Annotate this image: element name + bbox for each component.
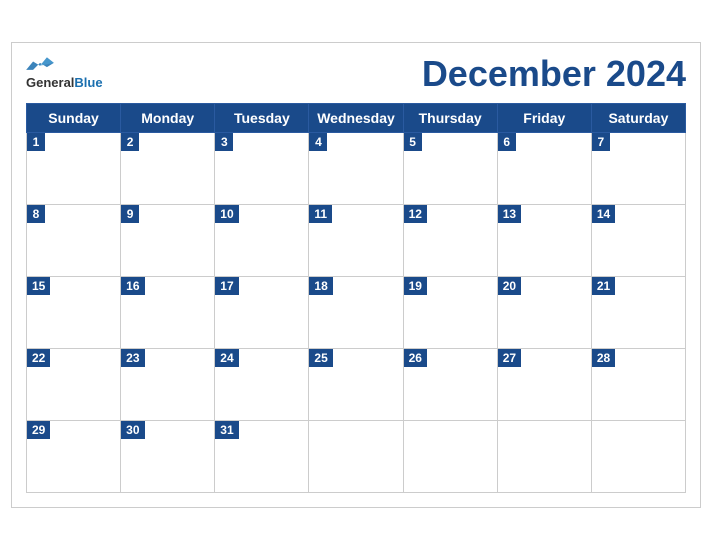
day-cell: 17 [215,277,309,349]
day-number: 10 [215,205,238,223]
week-row-1: 1 2 3 4 5 6 7 [27,133,686,205]
day-cell: 26 [403,349,497,421]
day-cell: 22 [27,349,121,421]
day-number: 3 [215,133,233,151]
day-number: 31 [215,421,238,439]
day-cell: 24 [215,349,309,421]
day-cell: 12 [403,205,497,277]
day-number: 2 [121,133,139,151]
day-number: 4 [309,133,327,151]
day-number: 16 [121,277,144,295]
header-wednesday: Wednesday [309,104,403,133]
day-cell: 7 [591,133,685,205]
day-cell: 11 [309,205,403,277]
week-row-5: 29 30 31 [27,421,686,493]
day-number: 7 [592,133,610,151]
day-number: 29 [27,421,50,439]
header-friday: Friday [497,104,591,133]
logo-text: GeneralBlue [26,74,103,92]
day-cell: 25 [309,349,403,421]
calendar-header: GeneralBlue December 2024 [26,53,686,95]
logo-icon [26,56,54,74]
header-tuesday: Tuesday [215,104,309,133]
day-number: 30 [121,421,144,439]
day-number: 5 [404,133,422,151]
day-number: 18 [309,277,332,295]
day-cell: 23 [121,349,215,421]
day-number: 13 [498,205,521,223]
day-number: 6 [498,133,516,151]
day-cell: 4 [309,133,403,205]
day-cell: 6 [497,133,591,205]
day-cell: 30 [121,421,215,493]
day-number: 15 [27,277,50,295]
day-cell: 28 [591,349,685,421]
day-number: 28 [592,349,615,367]
day-number: 27 [498,349,521,367]
day-number: 8 [27,205,45,223]
day-cell [497,421,591,493]
days-header-row: Sunday Monday Tuesday Wednesday Thursday… [27,104,686,133]
day-cell: 5 [403,133,497,205]
day-number: 20 [498,277,521,295]
day-number: 1 [27,133,45,151]
day-cell: 8 [27,205,121,277]
week-row-4: 22 23 24 25 26 27 28 [27,349,686,421]
day-number: 24 [215,349,238,367]
day-number: 19 [404,277,427,295]
day-cell: 31 [215,421,309,493]
day-cell [309,421,403,493]
day-cell [403,421,497,493]
day-number: 25 [309,349,332,367]
month-title: December 2024 [422,53,686,95]
day-cell: 1 [27,133,121,205]
day-cell: 20 [497,277,591,349]
day-cell [591,421,685,493]
header-saturday: Saturday [591,104,685,133]
day-number: 14 [592,205,615,223]
header-thursday: Thursday [403,104,497,133]
day-cell: 15 [27,277,121,349]
day-cell: 14 [591,205,685,277]
day-cell: 2 [121,133,215,205]
header-monday: Monday [121,104,215,133]
day-number: 11 [309,205,332,223]
day-number: 26 [404,349,427,367]
day-cell: 9 [121,205,215,277]
day-cell: 29 [27,421,121,493]
week-row-2: 8 9 10 11 12 13 14 [27,205,686,277]
calendar-body: 1234567891011121314151617181920212223242… [27,133,686,493]
calendar-table: Sunday Monday Tuesday Wednesday Thursday… [26,103,686,493]
calendar-container: GeneralBlue December 2024 Sunday Monday … [11,42,701,508]
day-number: 22 [27,349,50,367]
day-cell: 3 [215,133,309,205]
day-cell: 18 [309,277,403,349]
day-cell: 16 [121,277,215,349]
day-cell: 13 [497,205,591,277]
week-row-3: 15 16 17 18 19 20 21 [27,277,686,349]
day-cell: 27 [497,349,591,421]
day-cell: 21 [591,277,685,349]
day-number: 12 [404,205,427,223]
day-number: 17 [215,277,238,295]
day-number: 9 [121,205,139,223]
day-cell: 19 [403,277,497,349]
day-number: 23 [121,349,144,367]
header-sunday: Sunday [27,104,121,133]
day-number: 21 [592,277,615,295]
logo-area: GeneralBlue [26,56,103,92]
day-cell: 10 [215,205,309,277]
